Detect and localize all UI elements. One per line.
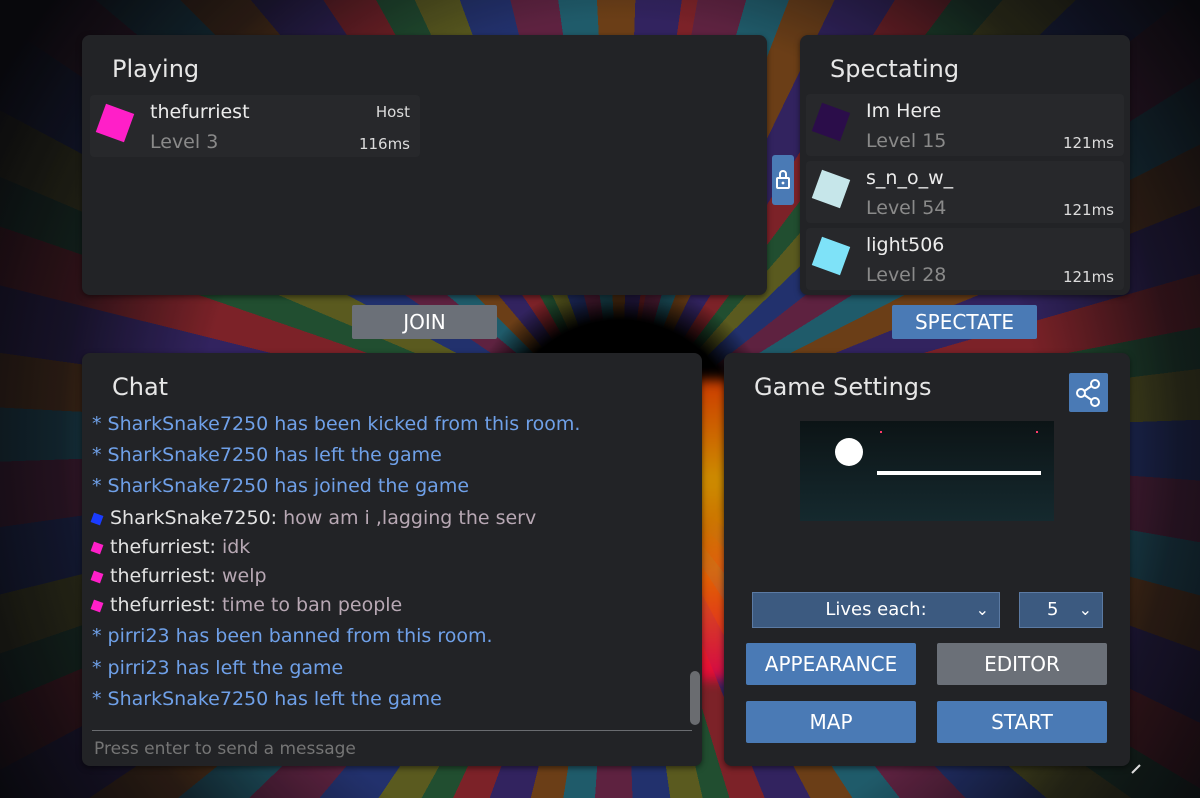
chat-message-text: time to ban people <box>215 594 403 616</box>
chat-system-message: * pirri23 has left the game <box>92 657 344 679</box>
spectator-row[interactable]: s_n_o_w_ Level 54 121ms <box>806 161 1124 223</box>
spectator-row[interactable]: light506 Level 28 121ms <box>806 228 1124 290</box>
chevron-down-icon: ⌄ <box>1078 600 1092 619</box>
map-spawn-marker <box>880 431 882 433</box>
map-platform <box>877 471 1041 475</box>
chat-system-message: * SharkSnake7250 has left the game <box>92 688 442 710</box>
spectating-title: Spectating <box>830 55 960 83</box>
player-ping: 121ms <box>1062 268 1114 286</box>
user-color-dot <box>90 599 104 612</box>
chat-title: Chat <box>112 373 169 401</box>
chat-user-message: thefurriest: idk <box>90 536 251 558</box>
chat-username[interactable]: thefurriest: <box>110 565 216 587</box>
share-icon <box>1076 379 1100 407</box>
playing-title: Playing <box>112 55 200 83</box>
player-level: Level 54 <box>866 197 947 219</box>
chat-username[interactable]: SharkSnake7250: <box>110 507 277 529</box>
appearance-button[interactable]: APPEARANCE <box>746 643 916 685</box>
player-color-swatch <box>811 236 851 276</box>
player-name: s_n_o_w_ <box>866 167 954 189</box>
chat-username[interactable]: thefurriest: <box>110 536 216 558</box>
chat-user-message: SharkSnake7250: how am i ,lagging the se… <box>90 507 537 529</box>
spectate-button[interactable]: SPECTATE <box>892 305 1037 339</box>
lives-value: 5 <box>1047 599 1059 620</box>
spectating-panel: Spectating Im Here Level 15 121ms s_n_o_… <box>800 35 1130 295</box>
chat-system-message: * SharkSnake7250 has left the game <box>92 444 442 466</box>
player-name: thefurriest <box>150 101 250 123</box>
chat-scrollbar[interactable] <box>690 671 700 725</box>
chevron-down-icon: ⌄ <box>975 600 989 619</box>
game-mode-value: Lives each: <box>825 599 927 620</box>
lives-select[interactable]: 5 ⌄ <box>1019 592 1103 628</box>
playing-panel: Playing thefurriest Level 3 Host 116ms <box>82 35 767 295</box>
player-ping: 121ms <box>1062 134 1114 152</box>
player-level: Level 15 <box>866 130 947 152</box>
start-button[interactable]: START <box>937 701 1107 743</box>
player-color-swatch <box>811 102 851 142</box>
game-settings-panel: Game Settings Lives each: ⌄ 5 ⌄ APPEARAN… <box>724 353 1130 766</box>
user-color-dot <box>90 512 104 525</box>
share-button[interactable] <box>1069 373 1108 412</box>
chat-message-text: how am i ,lagging the serv <box>277 507 537 529</box>
player-ping: 121ms <box>1062 201 1114 219</box>
player-row[interactable]: thefurriest Level 3 Host 116ms <box>90 95 420 157</box>
game-settings-title: Game Settings <box>754 373 932 401</box>
user-color-dot <box>90 570 104 583</box>
player-color-swatch <box>811 169 851 209</box>
user-color-dot <box>90 541 104 554</box>
map-spawn-marker <box>1036 431 1038 433</box>
chat-system-message: * pirri23 has been banned from this room… <box>92 625 493 647</box>
spectator-row[interactable]: Im Here Level 15 121ms <box>806 94 1124 156</box>
map-preview <box>800 421 1054 521</box>
player-color-swatch <box>95 103 135 143</box>
lock-teams-button[interactable] <box>772 155 794 205</box>
player-name: light506 <box>866 234 945 256</box>
game-mode-select[interactable]: Lives each: ⌄ <box>752 592 1000 628</box>
lock-icon <box>776 170 790 189</box>
chat-panel: Chat * SharkSnake7250 has been kicked fr… <box>82 353 702 766</box>
player-name: Im Here <box>866 100 942 122</box>
chat-system-message: * SharkSnake7250 has been kicked from th… <box>92 413 581 435</box>
chat-divider <box>92 730 692 731</box>
host-badge: Host <box>375 103 410 121</box>
chat-message-text: idk <box>215 536 251 558</box>
chat-input[interactable] <box>92 735 686 763</box>
join-button[interactable]: JOIN <box>352 305 497 339</box>
cursor-icon <box>1131 764 1141 774</box>
map-button[interactable]: MAP <box>746 701 916 743</box>
player-level: Level 28 <box>866 264 947 286</box>
editor-button[interactable]: EDITOR <box>937 643 1107 685</box>
player-level: Level 3 <box>150 131 219 153</box>
chat-user-message: thefurriest: welp <box>90 565 267 587</box>
player-ping: 116ms <box>358 135 410 153</box>
chat-user-message: thefurriest: time to ban people <box>90 594 403 616</box>
chat-system-message: * SharkSnake7250 has joined the game <box>92 475 470 497</box>
chat-username[interactable]: thefurriest: <box>110 594 216 616</box>
map-ball <box>835 438 863 466</box>
chat-message-text: welp <box>215 565 267 587</box>
